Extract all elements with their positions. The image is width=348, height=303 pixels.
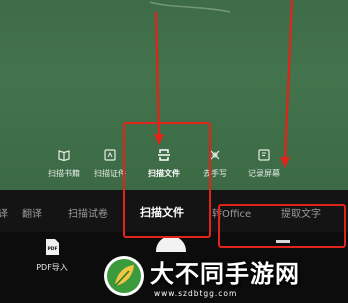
pdf-badge: PDF <box>47 246 57 252</box>
watermark-title: 大不同手游网 <box>150 260 300 288</box>
watermark-logo <box>104 256 144 296</box>
tool-record-screen[interactable]: 记录屏幕 <box>240 148 288 184</box>
screen-record-icon <box>258 149 270 161</box>
id-card-icon <box>104 149 116 161</box>
tool-label: 记录屏幕 <box>248 169 280 178</box>
highlight-box-scan-tool <box>123 122 211 238</box>
mode-tab-scan-exam[interactable]: 扫描试卷 <box>68 205 108 220</box>
mode-tab-translate[interactable]: 翻译 <box>22 205 42 220</box>
tool-scan-book[interactable]: 扫描书籍 <box>40 148 88 184</box>
pdf-import-button[interactable]: PDF PDF导入 <box>26 238 78 282</box>
tool-label: 扫描书籍 <box>48 169 80 178</box>
book-icon <box>58 150 70 162</box>
highlight-box-right <box>218 204 346 248</box>
pdf-file-icon: PDF <box>46 239 59 255</box>
pdf-import-label: PDF导入 <box>36 263 68 272</box>
tool-label: 扫描证件 <box>94 169 126 178</box>
watermark-url: www.szdbtgg.com <box>154 289 238 298</box>
mode-tab[interactable]: 译 <box>0 205 8 220</box>
